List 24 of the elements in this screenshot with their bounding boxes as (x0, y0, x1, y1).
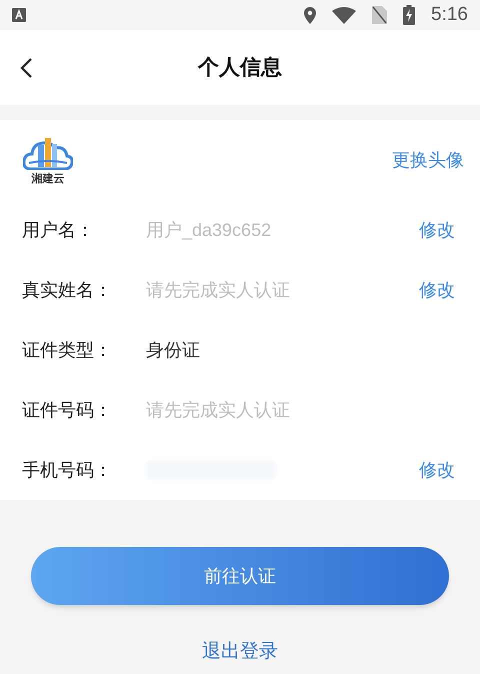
field-label: 真实姓名： (22, 278, 113, 302)
verify-button[interactable]: 前往认证 (31, 547, 449, 605)
field-hint: 请先完成实人认证 (146, 278, 290, 302)
status-time: 5:16 (431, 2, 468, 27)
edit-link[interactable]: 修改 (419, 216, 455, 244)
app-notification-icon (12, 8, 26, 22)
logout-link[interactable]: 退出登录 (202, 638, 278, 666)
field-value: 身份证 (146, 338, 200, 362)
no-sim-icon (372, 6, 388, 24)
field-label: 用户名： (22, 218, 95, 242)
logo-text: 湘建云 (32, 174, 64, 184)
field-label: 手机号码： (22, 458, 113, 482)
field-label: 证件号码： (22, 398, 113, 422)
field-hint: 请先完成实人认证 (146, 398, 290, 422)
location-icon (304, 6, 316, 24)
field-hint: 用户_da39c652 (146, 218, 272, 242)
page-title: 个人信息 (198, 54, 282, 81)
wifi-icon (332, 6, 356, 24)
field-label: 证件类型： (22, 338, 113, 362)
edit-link[interactable]: 修改 (419, 456, 455, 484)
change-avatar-link[interactable]: 更换头像 (392, 146, 464, 174)
battery-charging-icon (403, 5, 416, 25)
edit-link[interactable]: 修改 (419, 276, 455, 304)
logo-icon (23, 136, 73, 170)
